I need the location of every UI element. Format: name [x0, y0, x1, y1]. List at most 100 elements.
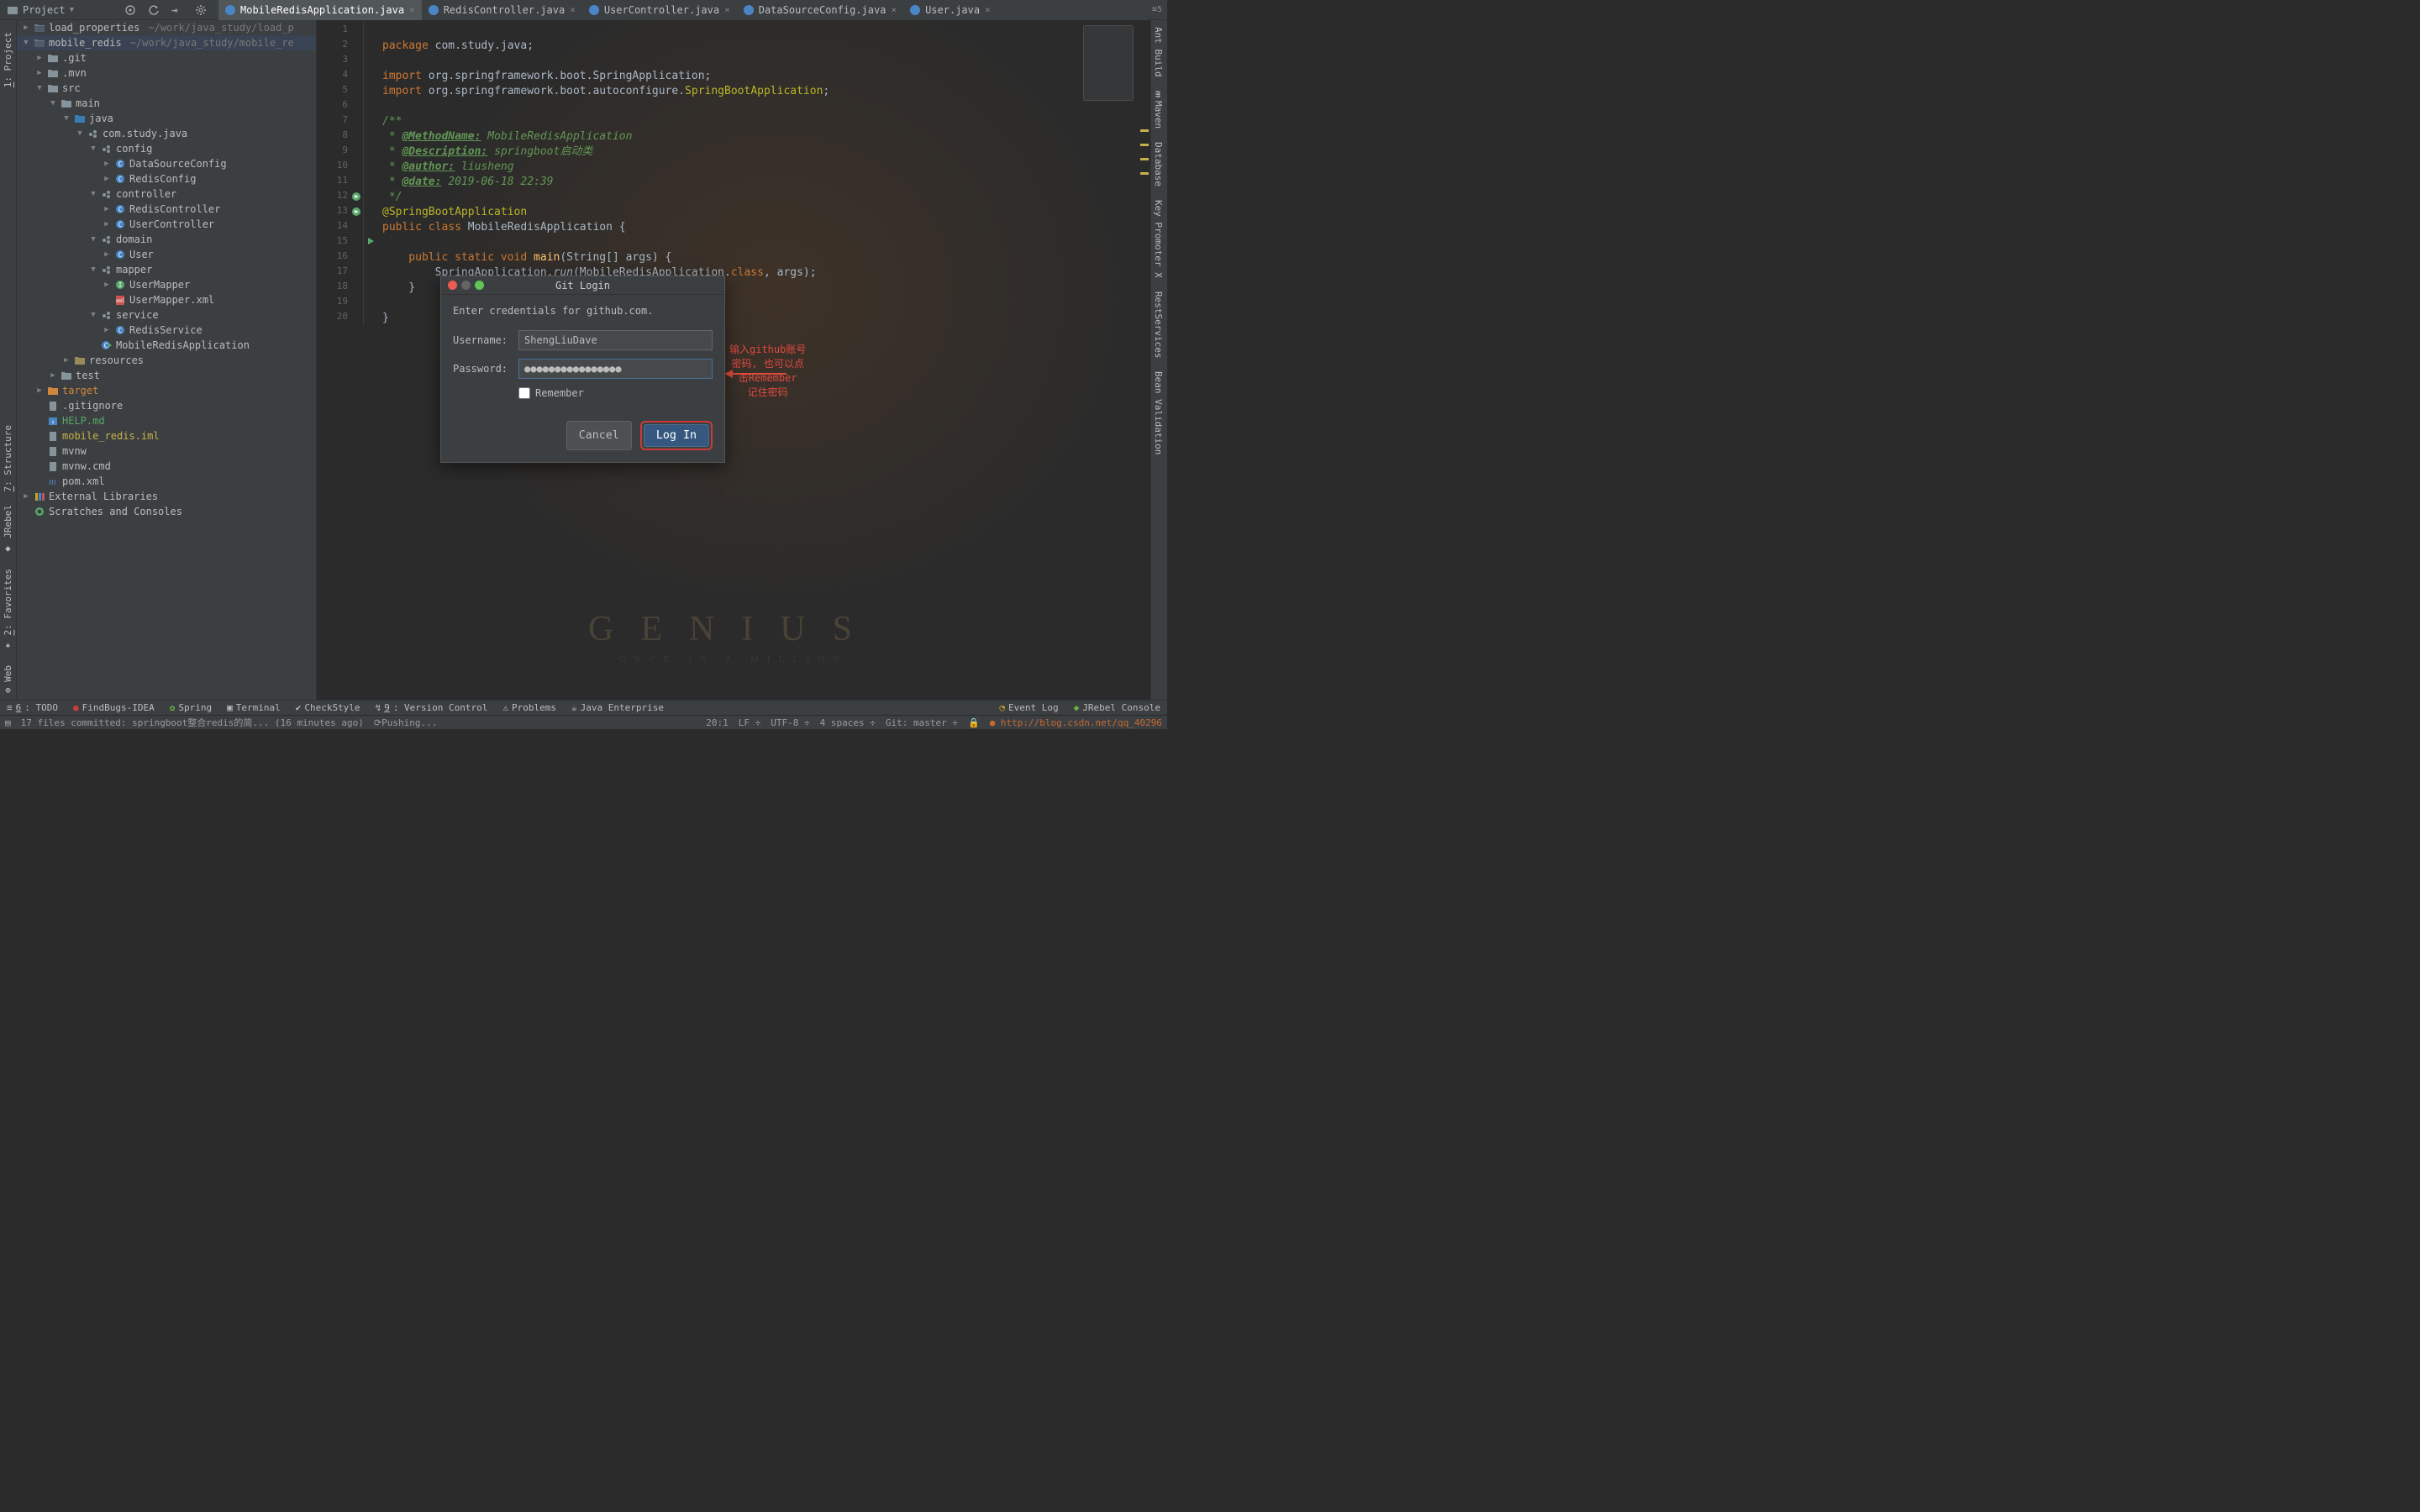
svg-text:C: C — [118, 160, 123, 168]
username-input[interactable] — [518, 330, 713, 350]
tool-antbuild[interactable]: Ant Build — [1151, 20, 1165, 84]
tree-item[interactable]: mvnw — [17, 444, 316, 459]
caret-pos[interactable]: 20:1 — [706, 717, 729, 728]
tree-item[interactable]: ▶CUserController — [17, 217, 316, 232]
tree-item[interactable]: ▼config — [17, 141, 316, 156]
tree-item[interactable]: ▶test — [17, 368, 316, 383]
tab-datasourceconfig[interactable]: DataSourceConfig.java× — [737, 0, 903, 20]
tool-beanvalidation[interactable]: Bean Validation — [1151, 365, 1165, 461]
tree-item[interactable]: ▼controller — [17, 186, 316, 202]
chevron-down-icon: ▼ — [70, 6, 74, 14]
line-sep[interactable]: LF ÷ — [739, 717, 761, 728]
minimap[interactable] — [1083, 25, 1134, 101]
tool-restservices[interactable]: RestServices — [1151, 285, 1165, 365]
tree-item[interactable]: ▶load_properties~/work/java_study/load_p — [17, 20, 316, 35]
tab-rediscontroller[interactable]: RedisController.java× — [422, 0, 582, 20]
tool-todo[interactable]: ≡ 6: 6: TODOTODO — [7, 702, 58, 713]
right-toolwindow-bar: Ant Build m Maven Database Key Promoter … — [1150, 20, 1167, 700]
tool-checkstyle[interactable]: ✔ CheckStyle — [296, 702, 360, 713]
tool-javaee[interactable]: ☕ Java Enterprise — [571, 702, 664, 713]
project-tree[interactable]: ▶load_properties~/work/java_study/load_p… — [17, 20, 317, 700]
annotation-text: 输入github账号 密码, 也可以点 击Remember 记住密码 — [729, 343, 806, 400]
svg-text:↓: ↓ — [51, 418, 55, 425]
tool-web[interactable]: ⊕ Web — [3, 659, 13, 700]
tree-item[interactable]: ▼domain — [17, 232, 316, 247]
tool-structure[interactable]: 7: Structure — [3, 418, 13, 498]
close-icon[interactable]: × — [985, 4, 991, 15]
close-icon[interactable]: × — [891, 4, 897, 15]
close-icon[interactable]: × — [409, 4, 415, 15]
refresh-icon[interactable] — [148, 4, 160, 16]
tree-item[interactable]: ▶IUserMapper — [17, 277, 316, 292]
tree-item[interactable]: ▶CRedisConfig — [17, 171, 316, 186]
collapse-icon[interactable]: ⇥ — [171, 4, 183, 16]
java-class-icon — [589, 5, 599, 15]
jrebel-console[interactable]: ◆ JRebel Console — [1074, 702, 1160, 713]
tool-maven[interactable]: m Maven — [1151, 84, 1165, 136]
event-log[interactable]: ◔ Event Log — [999, 702, 1058, 713]
tree-item[interactable]: ▼java — [17, 111, 316, 126]
tree-item[interactable]: ▶resources — [17, 353, 316, 368]
git-branch[interactable]: Git: master ÷ — [886, 717, 958, 728]
svg-text:C: C — [118, 327, 123, 334]
locate-icon[interactable] — [124, 4, 136, 16]
tree-item[interactable]: ▶.git — [17, 50, 316, 66]
tree-item[interactable]: .gitignore — [17, 398, 316, 413]
tree-item[interactable]: ▼src — [17, 81, 316, 96]
tool-findbugs[interactable]: ● FindBugs-IDEA — [73, 702, 155, 713]
tab-user[interactable]: User.java× — [903, 0, 997, 20]
encoding[interactable]: UTF-8 ÷ — [771, 717, 809, 728]
close-icon[interactable]: × — [724, 4, 730, 15]
project-dropdown[interactable]: Project ▼ ⇥ — [0, 4, 218, 16]
tree-item[interactable]: mvnw.cmd — [17, 459, 316, 474]
tree-item[interactable]: ▶CRedisService — [17, 323, 316, 338]
tree-item[interactable]: ▼service — [17, 307, 316, 323]
tab-mobileredisapplication[interactable]: MobileRedisApplication.java× — [218, 0, 422, 20]
gutter: 1234567891011121314151617181920 — [317, 20, 364, 326]
tree-item[interactable]: ▶CRedisController — [17, 202, 316, 217]
svg-text:I: I — [118, 281, 123, 289]
tree-item[interactable]: ▼com.study.java — [17, 126, 316, 141]
menu-icon[interactable]: ▤ — [5, 717, 11, 728]
tree-item[interactable]: ▶target — [17, 383, 316, 398]
login-highlight: Log In — [640, 421, 713, 450]
tree-item[interactable]: ↓HELP.md — [17, 413, 316, 428]
tree-item[interactable]: Scratches and Consoles — [17, 504, 316, 519]
dialog-titlebar[interactable]: Git Login — [441, 276, 724, 295]
editor-tabs: MobileRedisApplication.java× RedisContro… — [218, 0, 1147, 20]
java-class-icon — [225, 5, 235, 15]
tree-item[interactable]: ▼main — [17, 96, 316, 111]
tool-terminal[interactable]: ▣ Terminal — [227, 702, 281, 713]
tree-item[interactable]: ▼mobile_redis~/work/java_study/mobile_re — [17, 35, 316, 50]
java-class-icon — [910, 5, 920, 15]
tool-problems[interactable]: ⚠ Problems — [502, 702, 556, 713]
tree-item[interactable]: ▶CUser — [17, 247, 316, 262]
tree-item[interactable]: CMobileRedisApplication — [17, 338, 316, 353]
tool-spring[interactable]: ✿ Spring — [170, 702, 212, 713]
warning-markers — [1140, 129, 1149, 186]
tool-project[interactable]: 1: Project — [3, 25, 13, 94]
close-icon[interactable]: × — [570, 4, 576, 15]
dialog-title: Git Login — [441, 280, 724, 291]
remember-checkbox[interactable] — [518, 387, 530, 399]
tool-database[interactable]: Database — [1151, 135, 1165, 193]
gear-icon[interactable] — [195, 4, 207, 16]
lock-icon[interactable]: 🔒 — [968, 717, 980, 728]
tree-item[interactable]: mobile_redis.iml — [17, 428, 316, 444]
cancel-button[interactable]: Cancel — [566, 421, 632, 450]
tab-usercontroller[interactable]: UserController.java× — [582, 0, 737, 20]
java-class-icon — [429, 5, 439, 15]
password-input[interactable] — [518, 359, 713, 379]
tool-favorites[interactable]: ★ 2: Favorites — [3, 562, 13, 659]
tree-item[interactable]: ▶.mvn — [17, 66, 316, 81]
tree-item[interactable]: ▶CDataSourceConfig — [17, 156, 316, 171]
tree-item[interactable]: ▼mapper — [17, 262, 316, 277]
tree-item[interactable]: xmlUserMapper.xml — [17, 292, 316, 307]
tool-jrebel[interactable]: ◆ JRebel — [3, 498, 13, 561]
login-button[interactable]: Log In — [644, 424, 709, 447]
indent[interactable]: 4 spaces ÷ — [820, 717, 876, 728]
tree-item[interactable]: mpom.xml — [17, 474, 316, 489]
tool-keypromoter[interactable]: Key Promoter X — [1151, 193, 1165, 285]
tool-vcs[interactable]: ↯ 9: Version Control — [376, 702, 488, 713]
tree-item[interactable]: ▶External Libraries — [17, 489, 316, 504]
